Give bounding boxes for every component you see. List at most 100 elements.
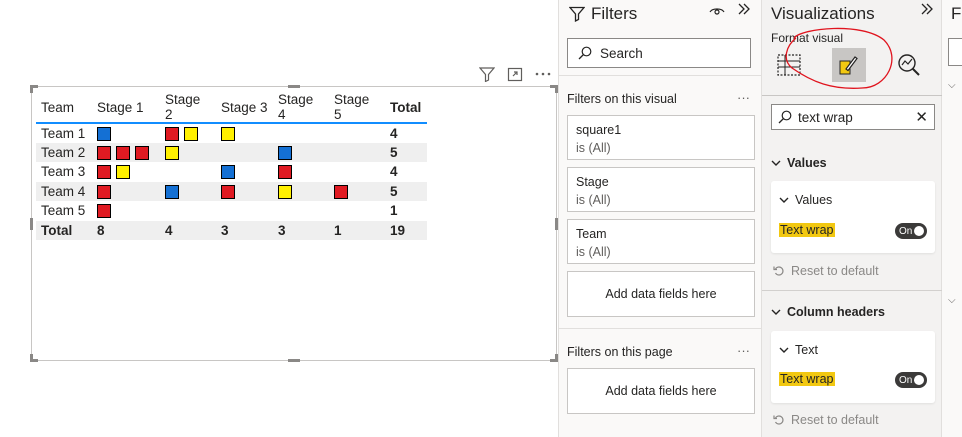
- matrix-header-row: Team Stage 1 Stage 2 Stage 3 Stage 4 Sta…: [36, 92, 427, 124]
- totals-label: Total: [36, 220, 92, 240]
- focus-mode-icon[interactable]: [506, 66, 524, 82]
- matrix-cell[interactable]: [92, 181, 160, 201]
- red-square-icon: [135, 145, 149, 160]
- matrix-cell[interactable]: [160, 162, 216, 182]
- row-header-team[interactable]: Team 4: [36, 181, 92, 201]
- toggle-label: On: [899, 225, 913, 237]
- filters-search-input[interactable]: Search: [567, 38, 751, 68]
- matrix-cell[interactable]: [329, 123, 385, 143]
- matrix-cell[interactable]: [273, 123, 329, 143]
- chevron-down-icon: [771, 309, 781, 315]
- magnifier-chart-icon: [898, 54, 920, 76]
- matrix-cell[interactable]: [92, 162, 160, 182]
- add-data-fields-label: Add data fields here: [605, 384, 717, 398]
- fields-title: Fi: [951, 4, 962, 23]
- table-row[interactable]: Team 5 1: [36, 201, 427, 221]
- column-total: 19: [385, 220, 427, 240]
- format-search-input[interactable]: text wrap ✕: [771, 104, 935, 130]
- matrix-visual[interactable]: Team Stage 1 Stage 2 Stage 3 Stage 4 Sta…: [30, 85, 558, 362]
- matrix-cell[interactable]: [216, 201, 273, 221]
- column-header[interactable]: Stage 4: [273, 92, 329, 124]
- text-card-header[interactable]: Text: [779, 343, 818, 357]
- add-data-fields-visual[interactable]: Add data fields here: [567, 271, 755, 317]
- matrix-cell[interactable]: [273, 142, 329, 162]
- fields-pane: Fi ⌵ ⌵: [942, 0, 962, 437]
- matrix-cell[interactable]: [216, 123, 273, 143]
- eye-icon[interactable]: [709, 4, 725, 20]
- analytics-tab[interactable]: [892, 48, 926, 82]
- build-visual-tab[interactable]: [772, 48, 806, 82]
- clear-search-icon[interactable]: ✕: [915, 108, 928, 126]
- column-header[interactable]: Stage 5: [329, 92, 385, 124]
- filters-title-text: Filters: [591, 4, 638, 23]
- column-headers-text-wrap-toggle[interactable]: On: [895, 372, 927, 388]
- filters-on-page-label: Filters on this page: [567, 345, 673, 359]
- row-header-team[interactable]: Team 5: [36, 201, 92, 221]
- matrix-cell[interactable]: [329, 142, 385, 162]
- table-row[interactable]: Team 4 5: [36, 181, 427, 201]
- values-card-header[interactable]: Values: [779, 193, 832, 207]
- resize-handle-left[interactable]: [30, 218, 33, 230]
- more-options-icon[interactable]: ···: [737, 90, 750, 105]
- row-total: 1: [390, 203, 398, 219]
- filter-field-value: is (All): [576, 193, 611, 207]
- add-data-fields-page[interactable]: Add data fields here: [567, 368, 755, 414]
- values-group-header[interactable]: Values: [771, 156, 827, 170]
- row-header-team[interactable]: Team 1: [36, 123, 92, 143]
- collapse-filters-icon[interactable]: [737, 2, 751, 21]
- table-row[interactable]: Team 1 4: [36, 123, 427, 143]
- row-header-team[interactable]: Team 3: [36, 162, 92, 182]
- filter-card-square1[interactable]: square1 is (All): [567, 115, 755, 160]
- resize-handle-top[interactable]: [288, 85, 300, 88]
- report-canvas: Team Stage 1 Stage 2 Stage 3 Stage 4 Sta…: [0, 0, 558, 437]
- more-options-icon[interactable]: ···: [737, 343, 750, 358]
- column-header[interactable]: Stage 2: [160, 92, 216, 124]
- red-square-icon: [97, 145, 111, 160]
- text-wrap-label: Text wrap: [779, 372, 835, 386]
- matrix-cell[interactable]: [92, 201, 160, 221]
- table-row[interactable]: Team 2 5: [36, 142, 427, 162]
- matrix-cell[interactable]: [273, 201, 329, 221]
- reset-to-default-button[interactable]: Reset to default: [773, 264, 879, 278]
- matrix-cell[interactable]: [216, 162, 273, 182]
- format-visual-tab[interactable]: [832, 48, 866, 82]
- matrix-cell[interactable]: [273, 181, 329, 201]
- column-total: 3: [216, 220, 273, 240]
- fields-search-input[interactable]: [948, 38, 962, 66]
- column-header[interactable]: Team: [36, 92, 92, 124]
- filter-card-stage[interactable]: Stage is (All): [567, 167, 755, 212]
- matrix-cell[interactable]: [160, 142, 216, 162]
- resize-handle-bottom[interactable]: [288, 359, 300, 362]
- yellow-square-icon: [184, 126, 198, 141]
- matrix-cell[interactable]: [160, 201, 216, 221]
- values-text-wrap-toggle[interactable]: On: [895, 223, 927, 239]
- blue-square-icon: [165, 184, 179, 199]
- filter-field-name: square1: [576, 123, 622, 137]
- filters-on-visual-label: Filters on this visual: [567, 92, 677, 106]
- reset-to-default-button[interactable]: Reset to default: [773, 413, 879, 427]
- matrix-cell[interactable]: [329, 181, 385, 201]
- matrix-cell[interactable]: [216, 142, 273, 162]
- column-header[interactable]: Stage 3: [216, 92, 273, 124]
- matrix-cell[interactable]: [92, 123, 160, 143]
- filter-card-team[interactable]: Team is (All): [567, 219, 755, 264]
- matrix-cell[interactable]: [160, 123, 216, 143]
- column-header-total[interactable]: Total: [385, 92, 427, 124]
- column-headers-group-header[interactable]: Column headers: [771, 305, 885, 319]
- matrix-cell[interactable]: [160, 181, 216, 201]
- reset-label: Reset to default: [791, 413, 879, 427]
- filter-field-name: Stage: [576, 175, 609, 189]
- visual-header: [478, 66, 552, 82]
- matrix-cell[interactable]: [216, 181, 273, 201]
- matrix-cell[interactable]: [329, 201, 385, 221]
- matrix-cell[interactable]: [273, 162, 329, 182]
- row-header-team[interactable]: Team 2: [36, 142, 92, 162]
- more-options-icon[interactable]: [534, 66, 552, 82]
- matrix-cell[interactable]: [92, 142, 160, 162]
- column-header[interactable]: Stage 1: [92, 92, 160, 124]
- collapse-visualizations-icon[interactable]: [920, 2, 934, 21]
- red-square-icon: [165, 126, 179, 141]
- table-row[interactable]: Team 3 4: [36, 162, 427, 182]
- matrix-cell[interactable]: [329, 162, 385, 182]
- filter-icon[interactable]: [478, 66, 496, 82]
